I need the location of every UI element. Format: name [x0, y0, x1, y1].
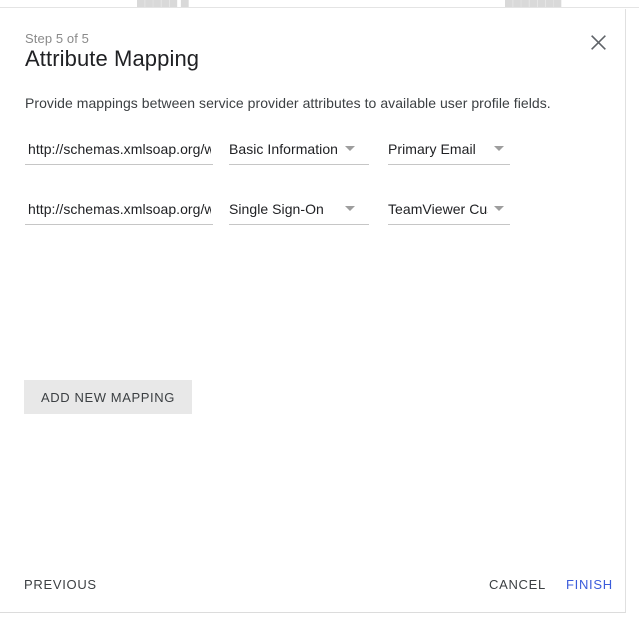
- step-indicator: Step 5 of 5: [25, 31, 89, 46]
- page-title: Attribute Mapping: [25, 46, 200, 71]
- category-select-value: Basic Information: [229, 140, 339, 157]
- add-new-mapping-button[interactable]: ADD NEW MAPPING: [24, 380, 192, 414]
- category-select[interactable]: Basic Information: [229, 133, 369, 165]
- attribute-uri-input[interactable]: http://schemas.xmlsoap.org/w: [25, 133, 213, 165]
- category-select[interactable]: Single Sign-On: [229, 193, 369, 225]
- chevron-down-icon: [494, 146, 504, 151]
- category-select-value: Single Sign-On: [229, 200, 324, 217]
- cancel-button[interactable]: CANCEL: [489, 569, 546, 599]
- attribute-uri-input[interactable]: http://schemas.xmlsoap.org/w: [25, 193, 213, 225]
- background-ghost-text-right: ███████: [505, 0, 562, 7]
- dialog-description: Provide mappings between service provide…: [25, 95, 551, 111]
- background-ghost-text-left: █████ █: [137, 0, 189, 7]
- dialog-footer: PREVIOUS CANCEL FINISH: [0, 569, 625, 612]
- attribute-mapping-dialog: Step 5 of 5 Attribute Mapping Provide ma…: [0, 9, 626, 613]
- profile-field-select-value: Primary Email: [388, 140, 476, 157]
- chevron-down-icon: [345, 146, 355, 151]
- close-icon: [590, 34, 606, 50]
- previous-button[interactable]: PREVIOUS: [24, 569, 97, 599]
- attribute-uri-value: http://schemas.xmlsoap.org/w: [28, 200, 211, 217]
- profile-field-select-value: TeamViewer Cus...: [388, 200, 488, 217]
- profile-field-select[interactable]: TeamViewer Cus...: [388, 193, 510, 225]
- close-button[interactable]: [583, 27, 613, 57]
- mapping-rows: http://schemas.xmlsoap.org/w Basic Infor…: [25, 133, 605, 253]
- mapping-row: http://schemas.xmlsoap.org/w Single Sign…: [25, 193, 605, 253]
- chevron-down-icon: [345, 206, 355, 211]
- background-page-strip: █████ █ ███████: [0, 0, 639, 9]
- mapping-row: http://schemas.xmlsoap.org/w Basic Infor…: [25, 133, 605, 193]
- finish-button[interactable]: FINISH: [566, 569, 613, 599]
- attribute-uri-value: http://schemas.xmlsoap.org/w: [28, 140, 211, 157]
- background-divider: [0, 7, 639, 8]
- profile-field-select[interactable]: Primary Email: [388, 133, 510, 165]
- chevron-down-icon: [494, 206, 504, 211]
